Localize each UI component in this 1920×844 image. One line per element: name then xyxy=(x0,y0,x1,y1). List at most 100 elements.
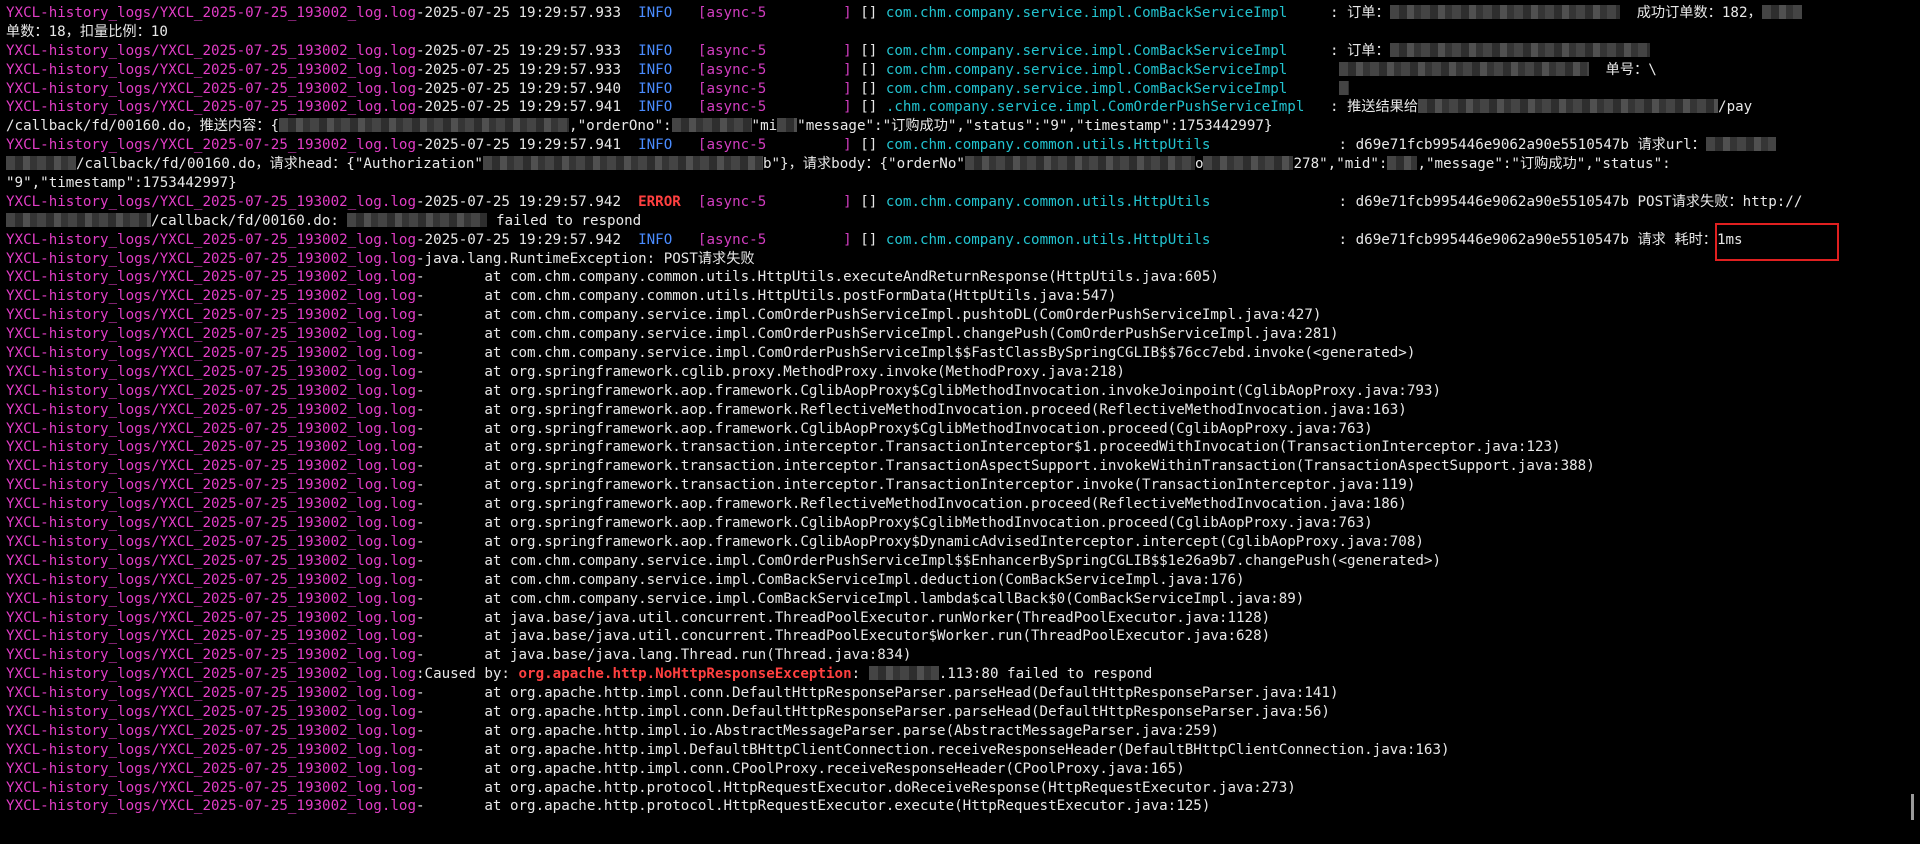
log-source: YXCL-history_logs/YXCL_2025-07-25_193002… xyxy=(6,42,416,59)
stack-frame-text: - at org.apache.http.protocol.HttpReques… xyxy=(416,798,1211,815)
log-thread: [async-5 ] xyxy=(697,42,852,59)
redacted-block xyxy=(1387,156,1418,171)
stack-frame: YXCL-history_logs/YXCL_2025-07-25_193002… xyxy=(6,779,1920,798)
log-source: YXCL-history_logs/YXCL_2025-07-25_193002… xyxy=(6,420,416,437)
log-timestamp: -2025-07-25 19:29:57.942 xyxy=(416,231,621,248)
stack-frame-text: - at org.springframework.aop.framework.C… xyxy=(416,515,1373,532)
caused-by-exception: org.apache.http.NoHttpResponseException xyxy=(518,666,852,683)
log-source: YXCL-history_logs/YXCL_2025-07-25_193002… xyxy=(6,458,416,475)
log-context: [] xyxy=(851,193,886,210)
exception-message: -java.lang.RuntimeException: POST请求失败 xyxy=(416,250,755,267)
stack-frame: YXCL-history_logs/YXCL_2025-07-25_193002… xyxy=(6,609,1920,628)
stack-frame: YXCL-history_logs/YXCL_2025-07-25_193002… xyxy=(6,401,1920,420)
log-message: 单数：18，扣量比例：10 xyxy=(6,23,168,40)
log-line: YXCL-history_logs/YXCL_2025-07-25_193002… xyxy=(6,136,1920,155)
stack-frame-text: - at org.springframework.cglib.proxy.Met… xyxy=(416,363,1125,380)
stack-frame-text: - at com.chm.company.common.utils.HttpUt… xyxy=(416,288,1117,305)
log-source: YXCL-history_logs/YXCL_2025-07-25_193002… xyxy=(6,590,416,607)
log-source: YXCL-history_logs/YXCL_2025-07-25_193002… xyxy=(6,571,416,588)
log-line: YXCL-history_logs/YXCL_2025-07-25_193002… xyxy=(6,231,1920,250)
stack-frame-text: - at java.base/java.lang.Thread.run(Thre… xyxy=(416,647,912,664)
log-source: YXCL-history_logs/YXCL_2025-07-25_193002… xyxy=(6,779,416,796)
stack-frame-text: - at com.chm.company.service.impl.ComOrd… xyxy=(416,552,1441,569)
log-level: ERROR xyxy=(638,193,681,210)
log-context: [] xyxy=(851,231,886,248)
log-source: YXCL-history_logs/YXCL_2025-07-25_193002… xyxy=(6,647,416,664)
stack-frame-text: - at org.springframework.aop.framework.C… xyxy=(416,420,1373,437)
redacted-block xyxy=(1203,156,1294,171)
redacted-block xyxy=(6,212,151,227)
log-message: ,"message":"订购成功","status": xyxy=(1417,156,1671,173)
stack-frame-text: - at org.apache.http.protocol.HttpReques… xyxy=(416,779,1296,796)
log-message xyxy=(1321,81,1338,97)
log-source: YXCL-history_logs/YXCL_2025-07-25_193002… xyxy=(6,685,416,702)
log-line: YXCL-history_logs/YXCL_2025-07-25_193002… xyxy=(6,193,1920,212)
log-level: INFO xyxy=(638,42,681,59)
log-source: YXCL-history_logs/YXCL_2025-07-25_193002… xyxy=(6,401,416,418)
stack-frame: YXCL-history_logs/YXCL_2025-07-25_193002… xyxy=(6,646,1920,665)
stack-frame: YXCL-history_logs/YXCL_2025-07-25_193002… xyxy=(6,760,1920,779)
redacted-block xyxy=(868,666,939,681)
log-source: YXCL-history_logs/YXCL_2025-07-25_193002… xyxy=(6,5,416,21)
log-message xyxy=(1321,62,1338,78)
log-line: YXCL-history_logs/YXCL_2025-07-25_193002… xyxy=(6,98,1920,117)
log-message: /pay xyxy=(1718,99,1753,116)
log-message: : 订单： xyxy=(1321,5,1390,21)
stack-frame: YXCL-history_logs/YXCL_2025-07-25_193002… xyxy=(6,533,1920,552)
stack-frame-text: - at org.springframework.transaction.int… xyxy=(416,477,1416,494)
scrollbar-thumb[interactable] xyxy=(1911,794,1914,820)
log-message: b"}，请求body：{"orderNo" xyxy=(762,156,965,173)
log-message: 成功订单数：182， xyxy=(1619,5,1762,21)
stack-frame: YXCL-history_logs/YXCL_2025-07-25_193002… xyxy=(6,457,1920,476)
log-level: INFO xyxy=(638,80,681,97)
log-source: YXCL-history_logs/YXCL_2025-07-25_193002… xyxy=(6,363,416,380)
log-timestamp: -2025-07-25 19:29:57.940 xyxy=(416,80,621,97)
log-message: : d69e71fcb995446e9062a90e5510547b 请求url… xyxy=(1330,137,1706,154)
log-context: [] xyxy=(851,80,886,97)
log-thread: [async-5 ] xyxy=(697,61,852,78)
log-message: "message":"订购成功","status":"9","timestamp… xyxy=(797,118,1273,135)
log-timestamp: -2025-07-25 19:29:57.933 xyxy=(416,42,621,59)
redacted-block xyxy=(1338,61,1589,76)
log-logger: com.chm.company.service.impl.ComBackServ… xyxy=(885,42,1322,59)
log-logger: com.chm.company.service.impl.ComBackServ… xyxy=(885,61,1322,78)
redacted-block xyxy=(1389,42,1650,57)
log-level: INFO xyxy=(638,99,681,116)
stack-frame: YXCL-history_logs/YXCL_2025-07-25_193002… xyxy=(6,571,1920,590)
log-thread: [async-5 ] xyxy=(697,99,852,116)
log-source: YXCL-history_logs/YXCL_2025-07-25_193002… xyxy=(6,250,416,267)
stack-frame: YXCL-history_logs/YXCL_2025-07-25_193002… xyxy=(6,382,1920,401)
log-logger: com.chm.company.common.utils.HttpUtils xyxy=(885,137,1330,154)
log-message: ,"orderOno": xyxy=(569,118,672,135)
terminal-window[interactable]: YXCL-history_logs/YXCL_2025-07-25_193002… xyxy=(0,0,1920,844)
stack-frame-text: - at com.chm.company.service.impl.ComOrd… xyxy=(416,326,1339,343)
stack-frame: YXCL-history_logs/YXCL_2025-07-25_193002… xyxy=(6,741,1920,760)
log-timestamp: -2025-07-25 19:29:57.941 xyxy=(416,137,621,154)
log-thread: [async-5 ] xyxy=(697,231,852,248)
redacted-block xyxy=(6,156,76,171)
log-message: 278","mid": xyxy=(1293,156,1388,173)
log-source: YXCL-history_logs/YXCL_2025-07-25_193002… xyxy=(6,798,416,815)
stack-frame: YXCL-history_logs/YXCL_2025-07-25_193002… xyxy=(6,797,1920,816)
log-message: : 订单： xyxy=(1321,42,1390,59)
log-source: YXCL-history_logs/YXCL_2025-07-25_193002… xyxy=(6,722,416,739)
stack-frame-text: - at com.chm.company.service.impl.ComOrd… xyxy=(416,345,1416,362)
stack-frame-text: - at org.springframework.aop.framework.C… xyxy=(416,533,1424,550)
stack-frame-text: - at java.base/java.util.concurrent.Thre… xyxy=(416,628,1271,645)
log-line: YXCL-history_logs/YXCL_2025-07-25_193002… xyxy=(6,4,1920,23)
log-source: YXCL-history_logs/YXCL_2025-07-25_193002… xyxy=(6,326,416,343)
exception-line: YXCL-history_logs/YXCL_2025-07-25_193002… xyxy=(6,250,1920,269)
stack-frame-text: - at org.apache.http.impl.conn.DefaultHt… xyxy=(416,685,1339,702)
log-line-wrap: /callback/fd/00160.do，请求head：{"Authoriza… xyxy=(6,155,1920,174)
log-source: YXCL-history_logs/YXCL_2025-07-25_193002… xyxy=(6,515,416,532)
log-thread: [async-5 ] xyxy=(697,193,852,210)
log-context: [] xyxy=(851,137,886,154)
log-source: YXCL-history_logs/YXCL_2025-07-25_193002… xyxy=(6,269,416,286)
